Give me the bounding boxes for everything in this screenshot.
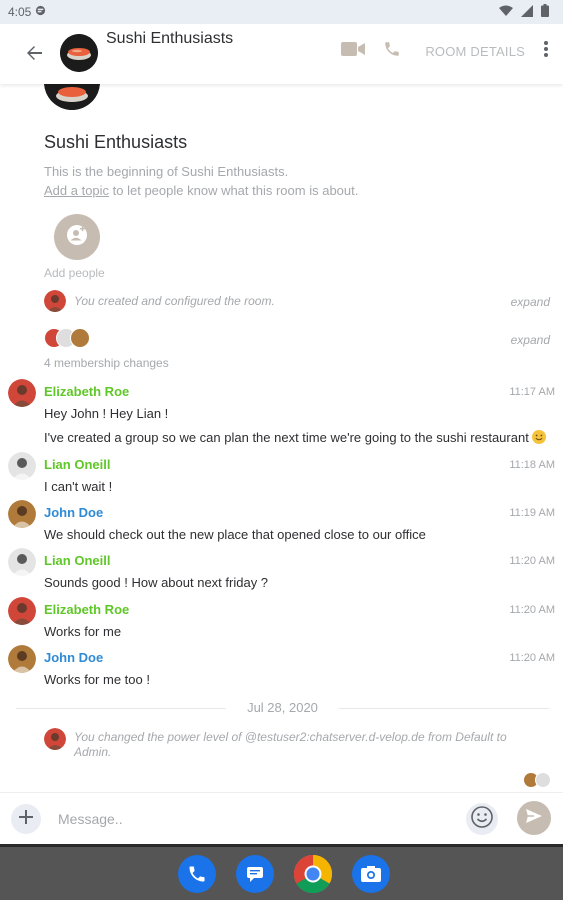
avatar[interactable]: [8, 645, 36, 673]
avatar[interactable]: [8, 597, 36, 625]
add-topic-line: Add a topic to let people know what this…: [44, 183, 358, 198]
message-timestamp: 11:19 AM: [509, 507, 555, 519]
plus-icon: [19, 809, 33, 829]
message-text: I can't wait !: [44, 479, 113, 494]
add-topic-rest: to let people know what this room is abo…: [109, 183, 359, 198]
more-vert-icon[interactable]: [543, 40, 549, 63]
room-title[interactable]: Sushi Enthusiasts: [106, 30, 233, 48]
avatar[interactable]: [8, 500, 36, 528]
message-timestamp: 11:20 AM: [509, 604, 555, 616]
message-body[interactable]: I can't wait !: [44, 479, 112, 494]
attach-button[interactable]: [11, 804, 41, 834]
message-header: Elizabeth Roe 11:17 AM: [0, 379, 563, 407]
avatar[interactable]: [8, 452, 36, 480]
message-header: John Doe 11:20 AM: [0, 645, 563, 673]
avatar[interactable]: [8, 379, 36, 407]
expand-link[interactable]: expand: [511, 333, 550, 347]
message-header: Lian Oneill 11:18 AM: [0, 452, 563, 480]
message-text: Hey John ! Hey Lian !: [44, 406, 169, 421]
event-text: You created and configured the room.: [74, 294, 275, 308]
sender-name[interactable]: Elizabeth Roe: [44, 602, 129, 617]
room-created-event: You created and configured the room. exp…: [44, 290, 550, 312]
room-avatar[interactable]: [60, 34, 98, 72]
message-body[interactable]: We should check out the new place that o…: [44, 527, 426, 542]
video-call-icon[interactable]: [341, 41, 366, 62]
back-arrow-icon[interactable]: [22, 40, 48, 66]
avatar[interactable]: [8, 548, 36, 576]
phone-app-icon[interactable]: [178, 855, 216, 893]
status-time: 4:05: [8, 5, 32, 19]
event-text: You changed the power level of @testuser…: [74, 730, 507, 759]
message-timestamp: 11:17 AM: [509, 386, 555, 398]
add-topic-link[interactable]: Add a topic: [44, 183, 109, 198]
message-header: John Doe 11:19 AM: [0, 500, 563, 528]
room-timeline[interactable]: Sushi Enthusiasts This is the beginning …: [0, 84, 563, 792]
signal-icon: [521, 4, 533, 20]
sender-name[interactable]: Lian Oneill: [44, 553, 110, 568]
sender-name[interactable]: Elizabeth Roe: [44, 384, 129, 399]
message-text: Works for me too !: [44, 672, 150, 687]
room-name-heading: Sushi Enthusiasts: [44, 132, 188, 152]
add-person-icon: [66, 224, 88, 251]
notification-icon: [35, 5, 46, 19]
avatar: [44, 290, 66, 312]
membership-changes-event: expand: [44, 328, 550, 350]
message-timestamp: 11:20 AM: [509, 555, 555, 567]
chrome-app-icon[interactable]: [294, 855, 332, 893]
send-icon: [525, 807, 543, 830]
room-avatar-large: [44, 84, 100, 110]
message-timestamp: 11:20 AM: [509, 652, 555, 664]
message-text: I've created a group so we can plan the …: [44, 430, 529, 445]
message-header: Lian Oneill 11:20 AM: [0, 548, 563, 576]
room-beginning-text: This is the beginning of Sushi Enthusias…: [44, 164, 289, 179]
date-separator: Jul 28, 2020: [16, 700, 549, 716]
status-bar: 4:05: [0, 0, 563, 24]
avatar: [44, 728, 66, 750]
smiley-icon: [471, 805, 493, 833]
sender-name[interactable]: Lian Oneill: [44, 457, 110, 472]
messages-app-icon[interactable]: [236, 855, 274, 893]
message-input[interactable]: [58, 807, 438, 831]
message-header: Elizabeth Roe 11:20 AM: [0, 597, 563, 625]
message-body[interactable]: Hey John ! Hey Lian !: [44, 406, 168, 421]
send-button[interactable]: [517, 801, 551, 835]
message-body[interactable]: Sounds good ! How about next friday ?: [44, 575, 268, 590]
message-timestamp: 11:18 AM: [509, 459, 555, 471]
read-receipts[interactable]: [523, 772, 555, 788]
message-composer: [0, 792, 563, 844]
add-people-label: Add people: [44, 266, 105, 280]
wifi-icon: [499, 5, 513, 20]
message-body[interactable]: Works for me: [44, 624, 121, 639]
member-avatars: [44, 328, 94, 348]
voice-call-icon[interactable]: [383, 40, 401, 63]
expand-link[interactable]: expand: [511, 295, 550, 309]
emoji-button[interactable]: [466, 803, 498, 835]
avatar: [70, 328, 90, 348]
sender-name[interactable]: John Doe: [44, 505, 103, 520]
add-people-button[interactable]: [54, 214, 100, 260]
avatar: [535, 772, 551, 788]
battery-icon: [541, 4, 549, 20]
message-text: Works for me: [44, 624, 122, 639]
sender-name[interactable]: John Doe: [44, 650, 103, 665]
message-body[interactable]: I've created a group so we can plan the …: [44, 430, 546, 445]
membership-changes-label: 4 membership changes: [44, 356, 169, 370]
room-details-button[interactable]: ROOM DETAILS: [425, 44, 525, 59]
room-header: Sushi Enthusiasts ROOM DETAILS: [0, 24, 563, 84]
app-dock: [178, 855, 390, 893]
message-text: We should check out the new place that o…: [44, 527, 426, 542]
system-nav-bar: [0, 844, 563, 900]
smiley-emoji-icon: [531, 430, 546, 444]
message-body[interactable]: Works for me too !: [44, 672, 150, 687]
camera-app-icon[interactable]: [352, 855, 390, 893]
message-text: Sounds good ! How about next friday ?: [44, 575, 269, 590]
